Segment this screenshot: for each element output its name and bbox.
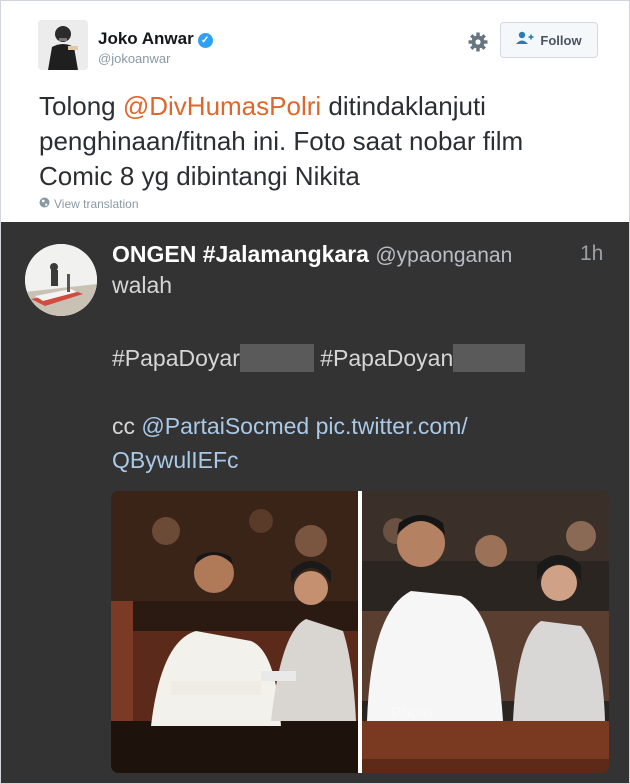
embedded-avatar [25,244,97,316]
follow-label: Follow [540,32,582,48]
tweet-text-line3: Comic 8 yg dibintangi Nikita [39,161,360,191]
embedded-mention: @PartaiSocmed [141,413,310,439]
embedded-hashtag-2: #PapaDoyan [320,345,454,371]
embedded-header: ONGEN #Jalamangkara @ypaonganan [112,241,512,268]
embedded-link-part2: QBywulIEFc [112,447,239,473]
follow-button[interactable]: Follow [500,22,598,58]
redacted-block-1 [239,344,314,372]
embedded-link-line2: QBywulIEFc [112,447,239,474]
redacted-block-2 [453,344,526,372]
view-translation-label[interactable]: View translation [54,197,139,211]
embedded-hashtags: #PapaDoyar #PapaDoyan [112,344,526,372]
embedded-name: ONGEN #Jalamangkara [112,241,369,267]
photo-watermark: Photo [391,705,433,722]
embedded-cc-line: cc @PartaiSocmed pic.twitter.com/ [112,413,468,440]
tweet-mention-link[interactable]: @DivHumasPolri [123,91,321,121]
embedded-photo-collage: Photo [111,491,609,773]
verified-icon: ✓ [197,33,213,48]
tweet-card: Joko Anwar ✓ @jokoanwar Follow Tolong @D… [0,0,630,784]
author-name-row[interactable]: Joko Anwar ✓ [98,29,213,49]
follow-person-icon [516,31,534,50]
tweet-text-line2: penghinaan/fitnah ini. Foto saat nobar f… [39,126,524,156]
gear-icon[interactable] [467,31,489,53]
embedded-line-1: walah [112,272,173,298]
author-name[interactable]: Joko Anwar [98,29,194,48]
embedded-cc-label: cc [112,413,135,439]
author-handle[interactable]: @jokoanwar [98,51,170,66]
embedded-link-part1: pic.twitter.com/ [315,413,468,439]
view-translation-link[interactable]: View translation [39,197,139,211]
tweet-text-prefix: Tolong [39,91,123,121]
embedded-handle: @ypaonganan [375,244,513,267]
embedded-timestamp: 1h [580,242,604,265]
embedded-screenshot[interactable]: ONGEN #Jalamangkara @ypaonganan 1h walah… [1,222,629,783]
embedded-hashtag-1: #PapaDoyar [112,345,240,371]
author-avatar[interactable] [38,20,88,70]
tweet-text-line1-rest: ditindaklanjuti [321,91,486,121]
tweet-text: Tolong @DivHumasPolri ditindaklanjuti pe… [39,89,599,194]
globe-icon [39,197,50,211]
